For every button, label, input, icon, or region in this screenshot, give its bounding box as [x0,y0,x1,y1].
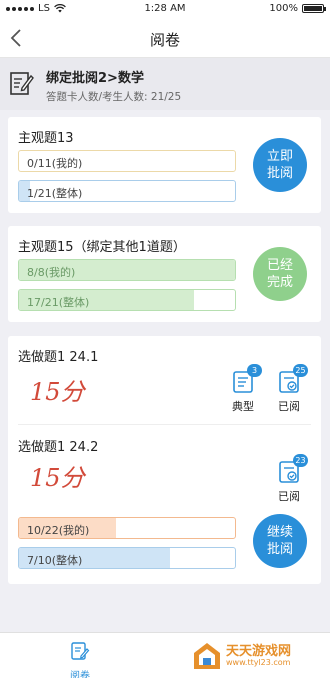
progress-label: 10/22(我的) [27,524,90,537]
score-text: 15分 [30,378,87,406]
question-title: 主观题13 [18,131,74,146]
my-progress-bar: 8/8(我的) [18,259,236,281]
score-mark: 15分 [30,464,87,492]
question-title: 选做题1 24.1 [18,350,99,365]
marking-tab-icon [71,642,90,660]
exam-title: 绑定批阅2>数学 [46,71,144,86]
reviewed-badge: 25 [293,364,308,377]
overall-progress-bar: 17/21(整体) [18,289,236,311]
status-bar: LS 1:28 AM 100% [0,0,330,18]
completed-label: 已经 完成 [266,258,293,290]
start-review-label: 立即 批阅 [266,149,293,181]
progress-label: 7/10(整体) [27,554,83,567]
typical-badge: 3 [247,364,262,377]
question-title: 选做题1 24.2 [18,440,99,455]
progress-label: 1/21(整体) [27,187,83,200]
divider [18,424,311,425]
tab-marking-label: 阅卷 [70,671,90,678]
typical-button[interactable]: 3 典型 [226,364,262,414]
my-progress-bar: 10/22(我的) [18,517,236,539]
battery-percent: 100% [269,3,298,14]
exam-header: 绑定批阅2>数学 答题卡人数/考生人数: 21/25 [0,58,330,110]
battery-icon [302,4,326,13]
exam-subtitle: 答题卡人数/考生人数: 21/25 [46,91,182,103]
reviewed-button[interactable]: 25 已阅 [272,364,308,414]
watermark-title: 天天游戏网 [226,644,292,659]
start-review-button[interactable]: 立即 批阅 [253,138,307,192]
continue-review-button[interactable]: 继续 批阅 [253,514,307,568]
typical-label: 典型 [232,400,254,413]
watermark-url: www.ttyl23.com [226,658,291,667]
my-progress-bar: 0/11(我的) [18,150,236,172]
page-title: 阅卷 [149,31,180,49]
score-mark: 15分 [30,378,87,406]
continue-review-label: 继续 批阅 [266,525,293,557]
progress-label: 0/11(我的) [27,157,83,170]
progress-label: 8/8(我的) [27,266,76,279]
watermark-logo: 天天游戏网 www.ttyl23.com [192,640,324,672]
question-card: 主观题13 0/11(我的) 1/21(整体) 立即 批阅 [8,117,321,213]
optional-question-card: 选做题1 24.1 15分 3 典型 25 已阅 选做题1 24.2 15分 2… [8,336,321,584]
overall-progress-bar: 7/10(整体) [18,547,236,569]
reviewed-button[interactable]: 23 已阅 [272,454,308,504]
navigation-bar: 阅卷 [0,18,330,58]
edit-document-icon [10,72,34,95]
reviewed-label: 已阅 [278,490,300,503]
score-text: 15分 [30,464,87,492]
tab-marking[interactable]: 阅卷 [62,641,98,678]
reviewed-label: 已阅 [278,400,300,413]
progress-label: 17/21(整体) [27,296,90,309]
question-title: 主观题15（绑定其他1道题） [18,240,186,255]
house-logo-icon [194,643,220,669]
reviewed-badge: 23 [293,454,308,467]
completed-button[interactable]: 已经 完成 [253,247,307,301]
question-card: 主观题15（绑定其他1道题） 8/8(我的) 17/21(整体) 已经 完成 [8,226,321,322]
overall-progress-bar: 1/21(整体) [18,180,236,202]
